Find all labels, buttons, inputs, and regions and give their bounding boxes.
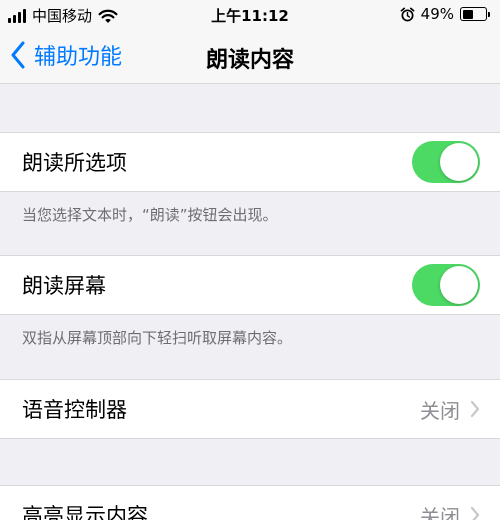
speech-controller-value: 关闭 xyxy=(420,398,460,423)
speech-controller-group: 语音控制器 关闭 xyxy=(0,379,500,439)
highlight-content-value-wrap: 关闭 xyxy=(420,501,480,520)
speak-screen-group: 朗读屏幕 xyxy=(0,255,500,315)
highlight-content-value: 关闭 xyxy=(420,504,460,520)
speak-selection-footer: 当您选择文本时，“朗读”按钮会出现。 xyxy=(22,206,278,224)
speak-screen-footer: 双指从屏幕顶部向下轻扫听取屏幕内容。 xyxy=(22,329,293,347)
speak-selection-label: 朗读所选项 xyxy=(22,151,127,175)
highlight-content-cell[interactable]: 高亮显示内容 关闭 xyxy=(0,486,500,520)
speech-controller-label: 语音控制器 xyxy=(22,398,127,422)
alarm-icon xyxy=(400,7,415,21)
chevron-right-icon xyxy=(470,506,480,520)
speak-selection-cell: 朗读所选项 xyxy=(0,133,500,191)
nav-bar: 辅助功能 朗读内容 xyxy=(0,28,500,84)
page-title: 朗读内容 xyxy=(205,48,294,73)
speak-selection-toggle[interactable] xyxy=(412,141,480,183)
speak-screen-cell: 朗读屏幕 xyxy=(0,256,500,314)
highlight-content-group: 高亮显示内容 关闭 xyxy=(0,485,500,520)
speech-controller-cell[interactable]: 语音控制器 关闭 xyxy=(0,380,500,438)
battery-icon xyxy=(460,7,490,21)
highlight-content-label: 高亮显示内容 xyxy=(22,504,148,520)
speak-screen-label: 朗读屏幕 xyxy=(22,274,106,298)
speak-screen-toggle[interactable] xyxy=(412,264,480,306)
chevron-right-icon xyxy=(470,400,480,418)
battery-fill xyxy=(462,9,474,19)
speak-selection-group: 朗读所选项 xyxy=(0,132,500,192)
status-right: 49% xyxy=(400,5,490,23)
battery-percent: 49% xyxy=(420,5,454,23)
status-bar: 中国移动 上午11:12 49% xyxy=(0,0,500,28)
speech-controller-value-wrap: 关闭 xyxy=(420,395,480,424)
